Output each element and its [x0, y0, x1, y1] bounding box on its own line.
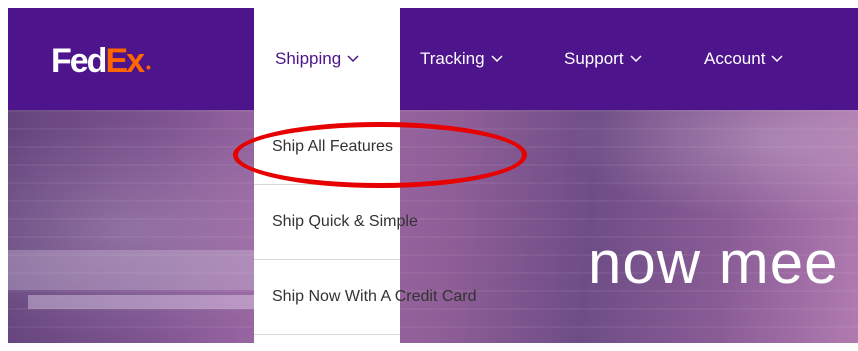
chevron-down-icon: [347, 55, 359, 63]
menu-item-label: Ship Quick & Simple: [272, 213, 418, 230]
nav-item-account[interactable]: Account: [704, 8, 783, 110]
hero-banner: now mee: [8, 110, 858, 343]
logo-fed-text: Fed: [51, 42, 107, 80]
nav-item-label: Shipping: [275, 49, 342, 68]
top-navigation-bar: FedEx • Shipping Tracking Support Account: [8, 8, 858, 110]
menu-item-label: Ship All Features: [272, 138, 393, 155]
chevron-down-icon: [630, 55, 642, 63]
nav-item-tracking[interactable]: Tracking: [420, 8, 503, 110]
nav-item-label: Support: [564, 49, 624, 68]
nav-item-shipping[interactable]: Shipping: [254, 8, 400, 110]
menu-item-label: Ship Now With A Credit Card: [272, 288, 477, 305]
menu-item-ship-all-features[interactable]: Ship All Features: [254, 110, 400, 185]
logo-dot: •: [146, 59, 151, 75]
hero-decoration: [8, 250, 258, 290]
hero-headline: now mee: [588, 229, 839, 296]
chevron-down-icon: [771, 55, 783, 63]
nav-item-support[interactable]: Support: [564, 8, 642, 110]
page-frame: now mee FedEx • Shipping Tracking Support…: [8, 8, 858, 343]
hero-decoration: [28, 295, 258, 309]
chevron-down-icon: [491, 55, 503, 63]
nav-item-label: Tracking: [420, 49, 485, 68]
shipping-dropdown-menu: Ship All Features Ship Quick & Simple Sh…: [254, 110, 477, 343]
nav-item-label: Account: [704, 49, 766, 68]
menu-item-ship-quick-simple[interactable]: Ship Quick & Simple: [254, 185, 418, 260]
fedex-logo[interactable]: FedEx •: [51, 42, 151, 80]
logo-ex-text: Ex: [105, 42, 145, 80]
menu-item-ship-credit-card[interactable]: Ship Now With A Credit Card: [254, 260, 477, 335]
